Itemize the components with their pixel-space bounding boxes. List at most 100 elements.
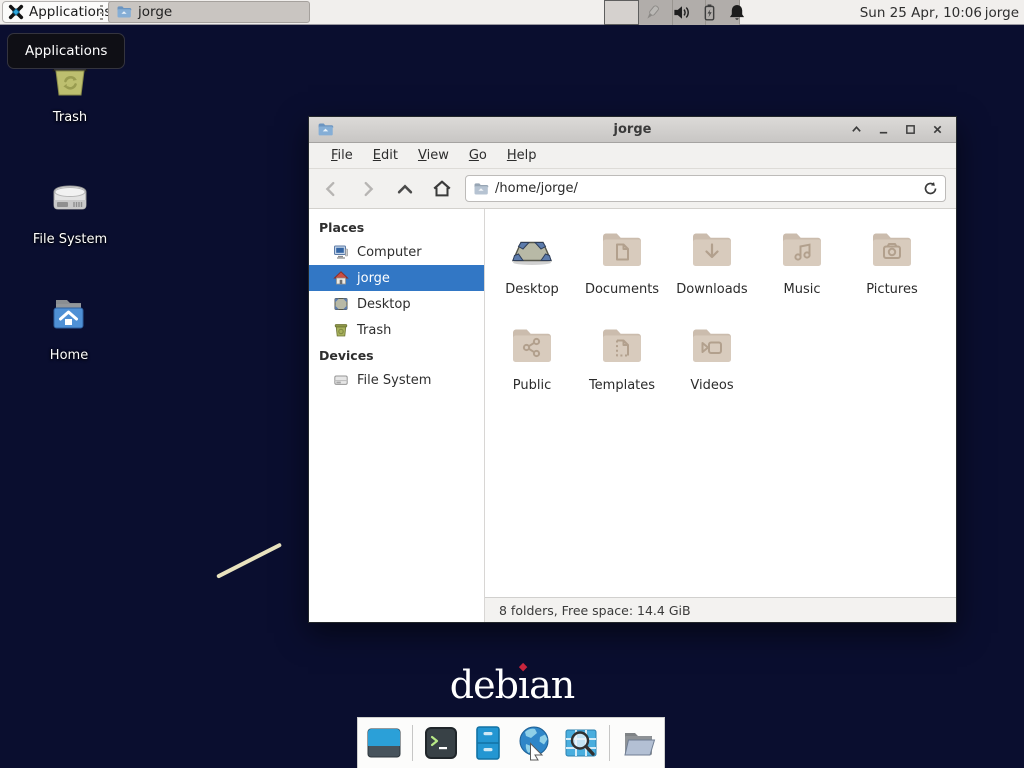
stylus-icon[interactable] [642,3,662,23]
menu-help[interactable]: Help [497,144,547,167]
application-finder-launcher[interactable] [560,722,602,764]
file-list[interactable]: Desktop Documents [485,209,956,597]
templates-folder-icon [598,317,646,369]
menu-view[interactable]: View [408,144,459,167]
file-manager-window: jorge File Edit View Go Help [308,116,957,623]
window-titlebar[interactable]: jorge [309,117,956,143]
sidebar-item-computer[interactable]: Computer [309,239,484,265]
path-bar[interactable]: /home/jorge/ [465,175,946,202]
desktop-icon [333,296,349,312]
show-desktop-icon [365,724,403,762]
downloads-folder-icon [688,221,736,273]
application-finder-icon [562,724,600,762]
volume-icon[interactable] [672,3,691,22]
folder-icon [473,181,489,197]
sidebar: Places Computer [309,209,485,622]
desktop-icon [508,221,556,273]
folder-launcher[interactable] [617,722,659,764]
forward-button[interactable] [354,175,381,202]
taskbar-window-label: jorge [138,4,172,20]
home-folder-icon [45,291,93,339]
show-desktop-button[interactable] [363,722,405,764]
file-item-desktop[interactable]: Desktop [487,221,577,317]
shade-button[interactable] [849,123,863,137]
sidebar-item-label: Trash [357,323,391,338]
file-name: Desktop [505,282,559,297]
file-item-public[interactable]: Public [487,317,577,413]
desktop-icon-label: Home [50,348,88,363]
status-bar: 8 folders, Free space: 14.4 GiB [485,597,956,622]
reload-icon[interactable] [923,181,938,196]
sidebar-header-places: Places [309,215,484,239]
file-name: Music [784,282,821,297]
menu-file[interactable]: File [321,144,363,167]
workspace-1[interactable] [604,0,639,25]
taskbar-grip-handle[interactable] [100,5,105,20]
file-name: Downloads [676,282,747,297]
file-item-videos[interactable]: Videos [667,317,757,413]
sidebar-item-desktop[interactable]: Desktop [309,291,484,317]
maximize-button[interactable] [903,123,917,137]
desktop-icon-home[interactable]: Home [21,291,117,363]
web-browser-icon [515,724,553,762]
file-item-documents[interactable]: Documents [577,221,667,317]
debian-logo: deb◆ıan [0,663,1024,707]
sidebar-item-file-system[interactable]: File System [309,367,484,393]
public-folder-icon [508,317,556,369]
sidebar-item-trash[interactable]: Trash [309,317,484,343]
file-name: Public [513,378,551,393]
menu-edit[interactable]: Edit [363,144,408,167]
sidebar-item-label: Desktop [357,297,411,312]
computer-icon [333,244,349,260]
minimize-button[interactable] [876,123,890,137]
battery-icon[interactable] [701,3,718,22]
top-panel: Applications jorge [0,0,1024,25]
dock-separator [609,725,610,761]
file-name: Templates [589,378,655,393]
up-button[interactable] [391,175,418,202]
drive-icon [333,372,349,388]
file-name: Pictures [866,282,917,297]
menu-go[interactable]: Go [459,144,497,167]
back-button[interactable] [317,175,344,202]
folder-icon [619,724,657,762]
sidebar-header-devices: Devices [309,343,484,367]
file-item-templates[interactable]: Templates [577,317,667,413]
web-browser-launcher[interactable] [513,722,555,764]
close-button[interactable] [930,123,944,137]
debian-diamond: ◆ [519,660,527,673]
file-item-downloads[interactable]: Downloads [667,221,757,317]
file-item-pictures[interactable]: Pictures [847,221,937,317]
desktop-icon-file-system[interactable]: File System [22,175,118,247]
hard-drive-icon [46,175,94,223]
notifications-icon[interactable] [728,3,746,22]
desktop-icon-label: File System [33,232,107,247]
file-name: Videos [690,378,733,393]
panel-clock[interactable]: Sun 25 Apr, 10:06 [860,0,982,25]
pictures-folder-icon [868,221,916,273]
terminal-launcher[interactable] [420,722,462,764]
dock [357,717,665,768]
sidebar-item-jorge[interactable]: jorge [309,265,484,291]
dock-separator [412,725,413,761]
home-button[interactable] [428,175,455,202]
desktop-artifact-line [216,543,282,579]
panel-username: jorge [985,0,1019,25]
menu-bar: File Edit View Go Help [309,143,956,169]
desktop: Applications jorge [0,0,1024,768]
sidebar-item-label: jorge [357,271,390,286]
xfce-menu-icon [8,4,24,20]
file-cabinet-icon [469,724,507,762]
path-input[interactable]: /home/jorge/ [495,181,917,196]
terminal-icon [422,724,460,762]
desktop-icon-label: Trash [53,110,87,125]
file-manager-launcher[interactable] [467,722,509,764]
trash-icon [333,322,349,338]
videos-folder-icon [688,317,736,369]
sidebar-item-label: File System [357,373,431,388]
taskbar-window-button[interactable]: jorge [108,1,310,23]
file-item-music[interactable]: Music [757,221,847,317]
sidebar-item-label: Computer [357,245,422,260]
toolbar: /home/jorge/ [309,169,956,209]
folder-icon [116,4,132,20]
